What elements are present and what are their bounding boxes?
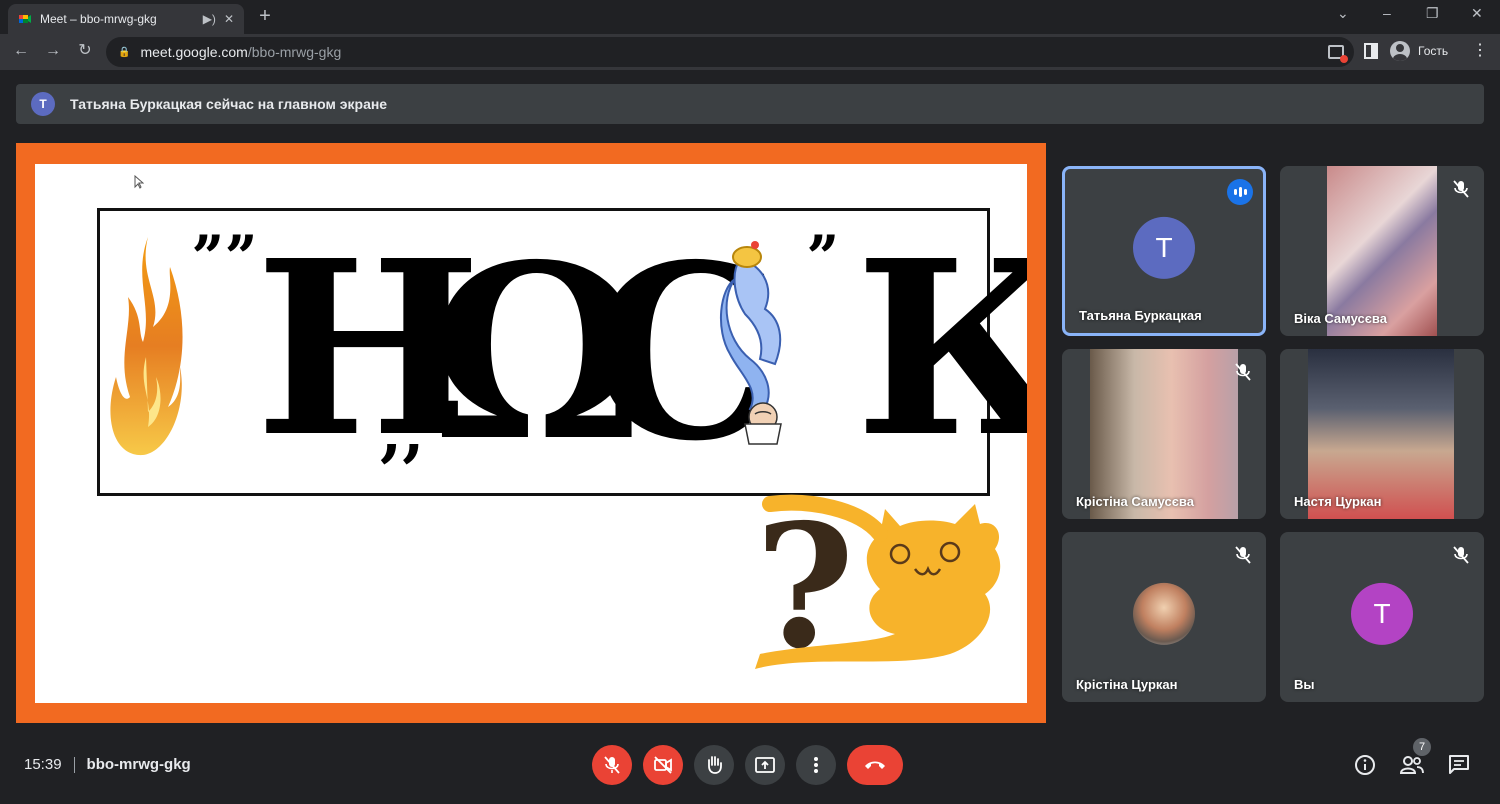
meeting-time: 15:39	[24, 756, 62, 773]
presentation-frame: ˮˮ Н ,, Ω С ˮ К ?	[16, 143, 1046, 723]
participant-tile[interactable]: T Татьяна Буркацкая	[1062, 166, 1266, 336]
more-vert-icon	[814, 757, 818, 773]
participant-name: Вы	[1294, 677, 1315, 692]
participant-name: Настя Цуркан	[1294, 494, 1382, 509]
flame-icon	[110, 237, 183, 456]
url-path: /bbo-mrwg-gkg	[247, 44, 342, 60]
new-tab-button[interactable]: +	[254, 4, 276, 30]
participant-name: Віка Самусєва	[1294, 311, 1387, 326]
forward-icon[interactable]: →	[42, 40, 64, 62]
middle-comma-marks: ,,	[380, 395, 425, 470]
chat-button[interactable]	[1446, 752, 1472, 778]
maximize-icon[interactable]: ❐	[1426, 5, 1439, 22]
reload-icon[interactable]: ↻	[74, 40, 96, 62]
profile-avatar-icon	[1390, 41, 1410, 61]
participant-tile[interactable]: Крістіна Цуркан	[1062, 532, 1266, 702]
mouse-cursor-icon	[134, 175, 144, 189]
mic-off-icon	[1235, 546, 1251, 564]
leading-comma-marks: ˮˮ	[190, 224, 257, 294]
leave-call-button[interactable]	[847, 745, 903, 785]
participant-name: Крістіна Самусєва	[1076, 494, 1194, 509]
mic-off-icon	[604, 756, 620, 774]
google-meet-icon	[19, 15, 31, 23]
participant-avatar: T	[1351, 582, 1413, 645]
chat-icon	[1449, 755, 1469, 774]
participant-avatar: T	[1133, 216, 1195, 279]
back-icon[interactable]: ←	[10, 40, 32, 62]
side-panel-icon[interactable]	[1364, 43, 1378, 59]
participant-name: Крістіна Цуркан	[1076, 677, 1178, 692]
meeting-details-button[interactable]	[1352, 752, 1378, 778]
tab-bar: Meet – bbo-mrwg-gkg ▶) ✕ + ⌄ – ❐ ✕	[0, 0, 1500, 34]
participant-tile[interactable]: Настя Цуркан	[1280, 349, 1484, 519]
camera-off-icon	[654, 756, 672, 774]
participant-photo	[1133, 582, 1195, 645]
more-options-button[interactable]	[796, 745, 836, 785]
presenting-notification: T Татьяна Буркацкая сейчас на главном эк…	[16, 84, 1484, 124]
tab-search-icon[interactable]: ⌄	[1337, 5, 1349, 22]
rebus-letter-k: К	[855, 208, 1027, 490]
present-screen-button[interactable]	[745, 745, 785, 785]
genie-illustration	[719, 241, 782, 445]
browser-menu-icon[interactable]: ⋮	[1472, 40, 1488, 60]
participant-tile[interactable]: Крістіна Самусєва	[1062, 349, 1266, 519]
people-icon	[1399, 756, 1424, 774]
speaking-indicator-icon	[1227, 179, 1253, 205]
browser-tab[interactable]: Meet – bbo-mrwg-gkg ▶) ✕	[8, 4, 244, 34]
present-screen-icon	[755, 757, 775, 773]
cat-illustration	[755, 494, 1001, 669]
speaker-icon[interactable]: ▶)	[203, 12, 216, 26]
divider	[73, 756, 75, 773]
participant-count-badge: 7	[1413, 738, 1431, 756]
url-host: meet.google.com	[140, 44, 248, 60]
end-call-icon	[865, 761, 885, 769]
close-window-icon[interactable]: ✕	[1471, 5, 1483, 22]
participant-tile-self[interactable]: T Вы	[1280, 532, 1484, 702]
minimize-icon[interactable]: –	[1383, 5, 1391, 21]
participant-tile[interactable]: Віка Самусєва	[1280, 166, 1484, 336]
close-tab-icon[interactable]: ✕	[224, 12, 234, 26]
camera-blocked-icon[interactable]	[1328, 45, 1348, 63]
address-bar[interactable]: 🔒 meet.google.com/bbo-mrwg-gkg	[106, 37, 1354, 67]
raise-hand-icon	[708, 756, 722, 774]
trailing-comma-marks: ˮ	[805, 224, 839, 294]
raise-hand-button[interactable]	[694, 745, 734, 785]
meeting-info: 15:39 bbo-mrwg-gkg	[24, 756, 191, 773]
microphone-toggle-button[interactable]	[592, 745, 632, 785]
profile-label: Гость	[1418, 44, 1449, 58]
browser-toolbar: ← → ↻ 🔒 meet.google.com/bbo-mrwg-gkg Гос…	[0, 34, 1500, 70]
lock-icon[interactable]: 🔒	[118, 47, 130, 58]
tab-title: Meet – bbo-mrwg-gkg	[40, 12, 157, 26]
shared-slide: ˮˮ Н ,, Ω С ˮ К ?	[35, 164, 1027, 703]
meeting-code: bbo-mrwg-gkg	[86, 756, 191, 773]
participant-name: Татьяна Буркацкая	[1079, 308, 1202, 323]
profile-button[interactable]: Гость	[1390, 38, 1448, 64]
mic-off-icon	[1453, 180, 1469, 198]
rebus-frame: ˮˮ Н ,, Ω С ˮ К	[97, 208, 1027, 496]
presenter-avatar: T	[31, 92, 55, 116]
notification-text: Татьяна Буркацкая сейчас на главном экра…	[70, 96, 388, 112]
camera-toggle-button[interactable]	[643, 745, 683, 785]
mic-off-icon	[1235, 363, 1251, 381]
info-icon	[1355, 755, 1375, 775]
mic-off-icon	[1453, 546, 1469, 564]
